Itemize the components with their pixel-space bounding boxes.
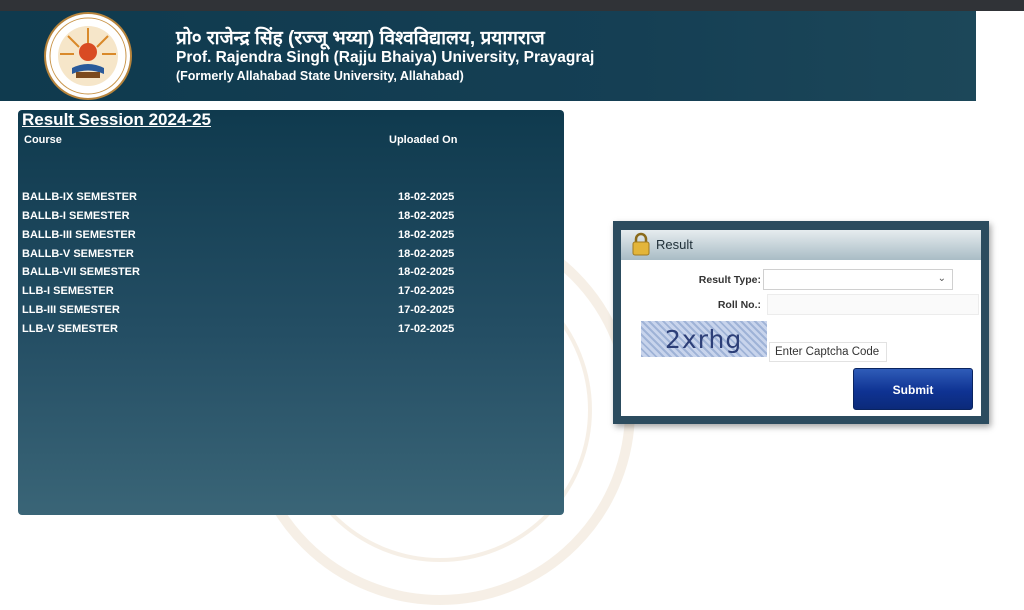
result-row[interactable]: BALLB-I SEMESTER 18-02-2025 — [18, 210, 564, 229]
uploaded-column-header: Uploaded On — [389, 134, 458, 146]
course-link[interactable]: LLB-III SEMESTER — [22, 304, 120, 316]
course-column-header: Course — [24, 134, 62, 146]
course-link[interactable]: BALLB-IX SEMESTER — [22, 191, 137, 203]
result-form-header: Result — [621, 230, 981, 260]
result-type-label: Result Type: — [698, 274, 761, 286]
lock-icon — [631, 232, 651, 261]
result-row[interactable]: LLB-III SEMESTER 17-02-2025 — [18, 304, 564, 323]
roll-number-label: Roll No.: — [717, 299, 761, 311]
upload-date: 17-02-2025 — [398, 285, 455, 297]
course-link[interactable]: BALLB-V SEMESTER — [22, 248, 134, 260]
browser-top-bar — [0, 0, 1024, 11]
upload-date: 18-02-2025 — [398, 248, 455, 260]
roll-number-input[interactable] — [767, 294, 979, 315]
upload-date: 17-02-2025 — [398, 323, 455, 335]
result-session-panel: Result Session 2024-25 Course Uploaded O… — [18, 110, 564, 515]
result-row[interactable]: LLB-V SEMESTER 17-02-2025 — [18, 323, 564, 342]
result-form-title: Result — [656, 237, 693, 252]
session-title: Result Session 2024-25 — [22, 110, 211, 129]
result-type-select[interactable]: ⌄ — [763, 269, 953, 290]
captcha-input[interactable]: Enter Captcha Code — [769, 342, 887, 362]
course-link[interactable]: BALLB-VII SEMESTER — [22, 266, 140, 278]
upload-date: 18-02-2025 — [398, 210, 455, 222]
university-former-name: (Formerly Allahabad State University, Al… — [176, 69, 464, 83]
result-row[interactable]: BALLB-VII SEMESTER 18-02-2025 — [18, 266, 564, 285]
chevron-down-icon: ⌄ — [937, 273, 946, 284]
upload-date: 17-02-2025 — [398, 304, 455, 316]
upload-date: 18-02-2025 — [398, 191, 455, 203]
course-link[interactable]: BALLB-I SEMESTER — [22, 210, 130, 222]
course-link[interactable]: LLB-I SEMESTER — [22, 285, 114, 297]
upload-date: 18-02-2025 — [398, 266, 455, 278]
submit-button[interactable]: Submit — [853, 368, 973, 410]
university-logo — [44, 12, 132, 100]
result-row[interactable]: LLB-I SEMESTER 17-02-2025 — [18, 285, 564, 304]
upload-date: 18-02-2025 — [398, 229, 455, 241]
captcha-image: 2xrhg — [641, 321, 767, 357]
captcha-text: 2xrhg — [665, 325, 743, 354]
course-link[interactable]: LLB-V SEMESTER — [22, 323, 118, 335]
university-name-hindi: प्रो० राजेन्द्र सिंह (रज्जू भय्या) विश्व… — [176, 28, 545, 49]
result-row[interactable]: BALLB-III SEMESTER 18-02-2025 — [18, 229, 564, 248]
result-form-box: Result Result Type: ⌄ Roll No.: 2xrhg En… — [613, 221, 989, 424]
university-name-english: Prof. Rajendra Singh (Rajju Bhaiya) Univ… — [176, 49, 595, 66]
site-header: प्रो० राजेन्द्र सिंह (रज्जू भय्या) विश्व… — [0, 11, 976, 101]
result-row[interactable]: BALLB-IX SEMESTER 18-02-2025 — [18, 191, 564, 210]
result-row[interactable]: BALLB-V SEMESTER 18-02-2025 — [18, 248, 564, 267]
course-link[interactable]: BALLB-III SEMESTER — [22, 229, 136, 241]
result-form: Result Result Type: ⌄ Roll No.: 2xrhg En… — [621, 230, 981, 416]
